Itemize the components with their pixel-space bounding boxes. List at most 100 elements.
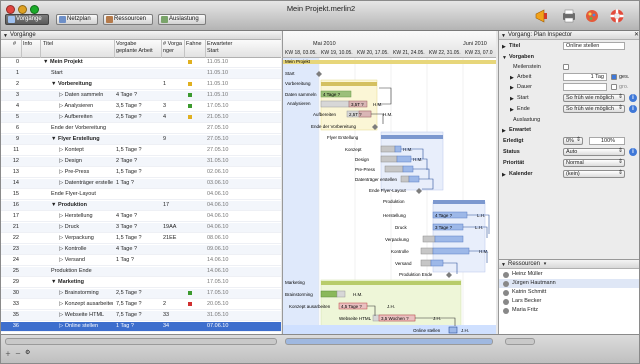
work-fixed-checkbox[interactable] <box>611 74 617 80</box>
table-row[interactable]: 15 Ende Flyer-Layout 04.06.10 <box>1 190 281 200</box>
priority-select[interactable]: Normal <box>563 159 625 167</box>
table-row[interactable]: 24 ▷ Versand 1 Tag ? 14.06.10 <box>1 256 281 266</box>
table-row[interactable]: 4 ▷ Analysieren 3,5 Tage ? 3 17.05.10 <box>1 102 281 112</box>
tab-auslastung[interactable]: Auslastung <box>158 14 206 25</box>
summary-bar[interactable] <box>283 60 496 64</box>
disclosure-triangle-icon[interactable]: ▶ <box>502 172 506 178</box>
status-select[interactable]: Auto <box>563 148 625 156</box>
table-row[interactable]: 14 ▷ Datenträger erstellen 1 Tag ? 03.06.10 <box>1 179 281 189</box>
table-row[interactable]: 33 ▷ Konzept ausarbeiten 7,5 Tage ? 2 20.05.… <box>1 300 281 310</box>
inspector-header[interactable]: ▼ Vorgang: Plan Inspector ✕ <box>499 31 639 40</box>
gear-icon[interactable]: ⚙ <box>25 349 30 356</box>
table-row[interactable]: 22 ▷ Verpackung 1,5 Tage ? 21EE 08.06.10 <box>1 234 281 244</box>
resource-item[interactable]: Lars Becker <box>499 297 639 306</box>
tab-ressourcen[interactable]: Ressourcen <box>103 14 153 25</box>
table-row[interactable]: 11 ▷ Kontept 1,5 Tage ? 27.05.10 <box>1 146 281 156</box>
table-row[interactable]: 16 ▼ Produktion 17 04.06.10 <box>1 201 281 211</box>
flag-icon[interactable] <box>188 93 192 97</box>
resource-item[interactable]: Jürgen Hautmann <box>499 279 639 288</box>
disclosure-triangle-icon[interactable]: ▶ <box>502 128 506 134</box>
remove-icon[interactable]: － <box>15 349 21 358</box>
disclosure-triangle-icon[interactable]: ▶ <box>502 44 506 50</box>
tasks-section-header[interactable]: ▼ Vorgänge <box>1 31 281 40</box>
resource-item[interactable]: Heinz Müller <box>499 270 639 279</box>
table-row[interactable]: 1 Start 11.05.10 <box>1 69 281 79</box>
task-bar[interactable] <box>422 235 436 243</box>
calendar-select[interactable]: (kein) <box>563 170 625 178</box>
col-header-predecessors[interactable]: # Vorga nger <box>163 41 182 55</box>
duration-field[interactable] <box>563 83 607 91</box>
completion-button[interactable]: 100% <box>589 137 625 145</box>
table-row[interactable]: 3 ▷ Daten sammeln 4 Tage ? 11.05.10 <box>1 91 281 101</box>
task-bar[interactable] <box>320 100 350 108</box>
flag-icon[interactable] <box>188 302 192 306</box>
flag-icon[interactable] <box>188 82 192 86</box>
col-header-flag[interactable]: Fahne <box>186 41 202 48</box>
milestone-marker[interactable] <box>446 272 452 278</box>
close-icon[interactable]: ✕ <box>634 31 639 39</box>
task-bar[interactable] <box>380 155 398 163</box>
lifebuoy-icon[interactable] <box>609 8 625 24</box>
disclosure-triangle-icon[interactable]: ▶ <box>510 85 514 91</box>
gantt-horizontal-scrollbar[interactable] <box>285 338 493 345</box>
col-header-title[interactable]: Titel <box>43 41 53 48</box>
flag-icon[interactable] <box>188 60 192 64</box>
summary-bar[interactable] <box>381 135 443 139</box>
table-row[interactable]: 6 Ende der Vorbereitung 27.05.10 <box>1 124 281 134</box>
table-row[interactable]: 17 ▷ Herstellung 4 Tage ? 04.06.10 <box>1 212 281 222</box>
tab-vorgaenge[interactable]: Vorgänge <box>5 14 49 25</box>
flag-icon[interactable] <box>188 115 192 119</box>
disclosure-triangle-icon[interactable]: ▶ <box>510 75 514 81</box>
table-horizontal-scrollbar[interactable] <box>5 338 277 345</box>
summary-bar[interactable] <box>321 281 461 285</box>
table-row[interactable]: 30 ▷ Brainstorming 2,5 Tage ? 17.05.10 <box>1 289 281 299</box>
gantt-chart[interactable]: Mein Projekt Start Vorbereitung Daten sa… <box>282 58 496 334</box>
resource-item[interactable]: Katrin Schmitt <box>499 288 639 297</box>
task-bar[interactable] <box>380 145 396 153</box>
task-bar[interactable] <box>384 165 404 173</box>
table-row[interactable]: 29 ▼ Marketing 17.05.10 <box>1 278 281 288</box>
disclosure-triangle-icon[interactable]: ▼ <box>502 55 507 61</box>
disclosure-triangle-icon[interactable]: ▶ <box>510 96 514 102</box>
table-row[interactable]: 21 ▷ Druck 3 Tage ? 19AA 04.06.10 <box>1 223 281 233</box>
megaphone-icon[interactable] <box>534 8 550 24</box>
milestone-checkbox[interactable] <box>563 64 569 70</box>
col-header-work[interactable]: Vorgabe geplante Arbeit <box>116 41 153 55</box>
add-icon[interactable]: ＋ <box>5 349 11 358</box>
col-header-start[interactable]: Erwarteter Start <box>207 41 232 55</box>
table-row[interactable]: 2 ▼ Vorbereitung 1 11.05.10 <box>1 80 281 90</box>
disclosure-triangle-icon[interactable]: ▶ <box>510 107 514 113</box>
title-field[interactable]: Online stellen <box>563 42 625 50</box>
table-row[interactable]: 12 ▷ Design 2 Tage ? 31.05.10 <box>1 157 281 167</box>
table-row[interactable]: 5 ▷ Aufbereiten 2,5 Tage ? 4 21.05.10 <box>1 113 281 123</box>
table-row[interactable]: 13 ▷ Pre-Press 1,5 Tage ? 02.06.10 <box>1 168 281 178</box>
paint-icon[interactable] <box>584 8 600 24</box>
task-bar[interactable] <box>448 326 458 334</box>
col-header-number[interactable]: # <box>13 41 16 48</box>
table-row[interactable]: 36 ▷ Online stellen 1 Tag ? 34 07.06.10 <box>1 322 281 332</box>
duration-fixed-checkbox[interactable] <box>611 84 617 90</box>
completion-select[interactable]: 0% <box>563 137 583 145</box>
summary-bar[interactable] <box>321 82 377 86</box>
flag-icon[interactable] <box>188 104 192 108</box>
info-icon[interactable]: i <box>629 105 637 113</box>
tab-netzplan[interactable]: Netzplan <box>56 14 98 25</box>
task-bar[interactable] <box>420 259 432 267</box>
start-constraint-select[interactable]: So früh wie möglich <box>563 94 625 102</box>
task-bar[interactable] <box>420 247 434 255</box>
col-header-info[interactable]: Info <box>23 41 32 48</box>
table-row[interactable]: 25 Produktion Ende 14.06.10 <box>1 267 281 277</box>
zoom-slider[interactable] <box>505 338 535 345</box>
summary-bar[interactable] <box>433 200 485 204</box>
end-constraint-select[interactable]: So früh wie möglich <box>563 105 625 113</box>
chevron-down-icon[interactable]: ▾ <box>544 261 547 267</box>
table-row[interactable]: 35 ▷ Webseite HTML 7,5 Tage ? 33 31.05.10 <box>1 311 281 321</box>
flag-icon[interactable] <box>188 291 192 295</box>
resource-item[interactable]: Maria Fritz <box>499 306 639 315</box>
table-row[interactable]: 23 ▷ Kontrolle 4 Tage ? 09.06.10 <box>1 245 281 255</box>
table-row[interactable]: 9 ▼ Flyer Erstellung 9 27.05.10 <box>1 135 281 145</box>
task-bar[interactable] <box>400 175 410 183</box>
task-bar[interactable] <box>320 290 338 298</box>
print-icon[interactable] <box>561 8 577 24</box>
table-row[interactable]: 0 ▼ Mein Projekt 11.05.10 <box>1 58 281 68</box>
